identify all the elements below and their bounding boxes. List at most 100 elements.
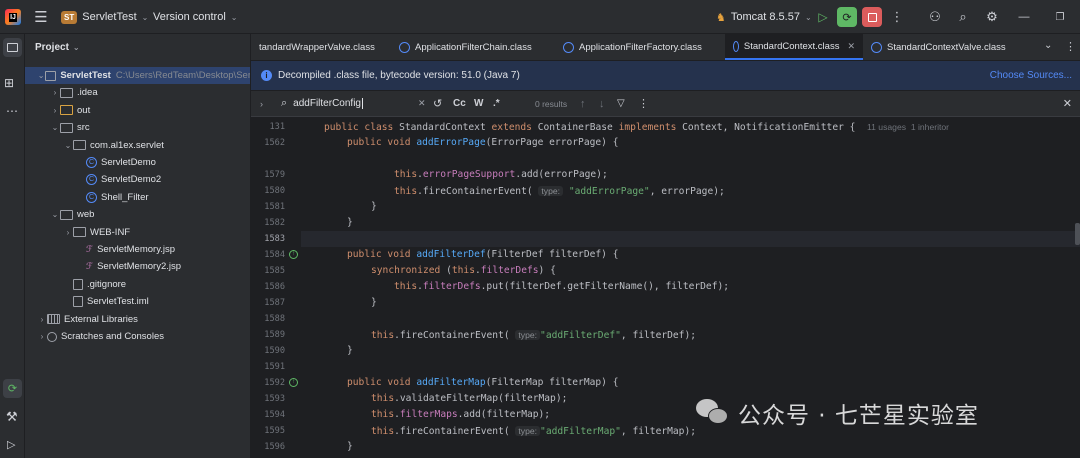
add-user-icon[interactable]: ⚇ bbox=[925, 7, 945, 27]
filter-icon[interactable]: ▽ bbox=[617, 98, 625, 109]
project-panel-title: Project bbox=[35, 42, 69, 53]
tree-item-iml[interactable]: ServletTest.iml bbox=[25, 293, 250, 310]
more-tools-icon[interactable]: ⋯ bbox=[6, 104, 18, 118]
chevron-right-icon[interactable]: › bbox=[37, 315, 47, 324]
tree-item-web[interactable]: ⌄ web bbox=[25, 206, 250, 223]
implementation-marker-icon[interactable]: ↑ bbox=[289, 250, 298, 259]
tree-item-servletmemory2-jsp[interactable]: ℱ ServletMemory2.jsp bbox=[25, 258, 250, 275]
debug-icon[interactable]: ⟳ bbox=[837, 7, 857, 27]
tree-item-src[interactable]: ⌄ src bbox=[25, 119, 250, 136]
project-tool-icon[interactable] bbox=[3, 38, 22, 57]
minimize-icon[interactable]: — bbox=[1014, 7, 1034, 27]
tab-label: StandardContext.class bbox=[743, 40, 840, 52]
tree-item-label: ServletMemory.jsp bbox=[97, 244, 176, 255]
vcs-switcher[interactable]: Version control ⌄ bbox=[153, 0, 237, 34]
tree-root-servlettest[interactable]: ⌄ ServletTest C:\Users\RedTeam\Desktop\Ser bbox=[25, 67, 251, 84]
services-tool-icon[interactable]: ⟳ bbox=[3, 379, 22, 398]
tab-more-icon[interactable]: ⋮ bbox=[1065, 40, 1076, 53]
stop-icon[interactable] bbox=[862, 7, 882, 27]
build-tool-icon[interactable]: ⚒ bbox=[6, 409, 18, 425]
tree-item-servletmemory-jsp[interactable]: ℱ ServletMemory.jsp bbox=[25, 241, 250, 258]
tree-item-servletdemo2[interactable]: C ServletDemo2 bbox=[25, 171, 250, 188]
tree-item-external-libraries[interactable]: › External Libraries bbox=[25, 311, 250, 328]
search-input[interactable]: addFilterConfig bbox=[293, 98, 363, 109]
chevron-down-icon[interactable]: ⌄ bbox=[37, 71, 45, 80]
tree-item-shell-filter[interactable]: C Shell_Filter bbox=[25, 189, 250, 206]
code-editor[interactable]: public class StandardContext extends Con… bbox=[301, 117, 1080, 458]
find-more-icon[interactable]: ⋮ bbox=[638, 97, 649, 110]
next-occurrence-icon[interactable]: ↓ bbox=[599, 98, 605, 110]
tree-item-gitignore[interactable]: .gitignore bbox=[25, 276, 250, 293]
chevron-right-icon[interactable]: › bbox=[50, 88, 60, 97]
run-config-selector[interactable]: ♞ Tomcat 8.5.57 ⌄ bbox=[716, 0, 812, 34]
code-line: this.fireContainerEvent( type: "addError… bbox=[394, 186, 725, 197]
main-menu-icon[interactable]: ☰ bbox=[31, 7, 51, 27]
whole-words-toggle[interactable]: W bbox=[474, 98, 483, 109]
vcs-label: Version control bbox=[153, 11, 226, 23]
restore-icon[interactable]: ❐ bbox=[1050, 7, 1070, 27]
line-number: 131 bbox=[269, 122, 285, 132]
project-path: C:\Users\RedTeam\Desktop\Ser bbox=[115, 70, 251, 81]
usages-hint[interactable]: 11 usages bbox=[867, 122, 906, 132]
class-icon: C bbox=[86, 191, 97, 203]
chevron-right-icon[interactable]: › bbox=[63, 228, 73, 237]
code-line: } bbox=[347, 441, 353, 452]
rerun-icon[interactable]: ▷ bbox=[813, 7, 833, 27]
close-icon[interactable]: ✕ bbox=[847, 41, 855, 52]
clear-search-icon[interactable]: ✕ bbox=[418, 98, 426, 109]
tab-application-filter-chain[interactable]: ApplicationFilterChain.class bbox=[391, 34, 540, 60]
expand-replace-icon[interactable]: › bbox=[260, 99, 263, 109]
implementation-marker-icon[interactable]: ↑ bbox=[289, 378, 298, 387]
match-case-toggle[interactable]: Cc bbox=[453, 98, 466, 109]
code-line: this.errorPageSupport.add(errorPage); bbox=[394, 169, 608, 180]
jsp-icon: ℱ bbox=[86, 261, 94, 272]
title-bar: IJ ☰ ST ServletTest ⌄ Version control ⌄ … bbox=[0, 0, 1080, 34]
chevron-right-icon[interactable]: › bbox=[50, 106, 60, 115]
line-number: 1595 bbox=[264, 426, 285, 436]
regex-toggle[interactable]: .* bbox=[493, 98, 500, 109]
chevron-down-icon[interactable]: ⌄ bbox=[50, 210, 60, 219]
project-switcher[interactable]: ST ServletTest ⌄ bbox=[61, 0, 148, 34]
more-icon[interactable]: ⋮ bbox=[887, 7, 907, 27]
chevron-down-icon: ⌄ bbox=[804, 12, 812, 22]
run-tool-icon[interactable]: ▷ bbox=[7, 438, 15, 451]
choose-sources-link[interactable]: Choose Sources... bbox=[990, 70, 1072, 81]
search-icon: ⌕ bbox=[281, 97, 288, 109]
tree-item-web-inf[interactable]: › WEB-INF bbox=[25, 224, 250, 241]
line-number: 1594 bbox=[264, 410, 285, 420]
search-icon[interactable]: ⌕ bbox=[953, 7, 973, 27]
tree-item-idea[interactable]: › .idea bbox=[25, 84, 250, 101]
previous-occurrence-icon[interactable]: ↑ bbox=[580, 98, 586, 110]
tree-item-package[interactable]: ⌄ com.al1ex.servlet bbox=[25, 137, 250, 154]
scrollbar-thumb[interactable] bbox=[1075, 223, 1080, 245]
structure-tool-icon[interactable]: ⊞ bbox=[4, 76, 14, 90]
project-name: ServletTest bbox=[82, 11, 137, 23]
find-bar: › ⌕ addFilterConfig ✕ ↺ Cc W .* 0 result… bbox=[251, 91, 1080, 117]
chevron-down-icon[interactable]: ⌄ bbox=[63, 141, 73, 150]
history-icon[interactable]: ↺ bbox=[433, 97, 442, 110]
tree-item-scratches[interactable]: › Scratches and Consoles bbox=[25, 328, 250, 345]
tab-label: StandardContextValve.class bbox=[887, 41, 1006, 53]
code-line: public class StandardContext extends Con… bbox=[324, 122, 950, 133]
inheritors-hint[interactable]: 1 inheritor bbox=[911, 122, 949, 132]
tab-standard-context[interactable]: StandardContext.class ✕ bbox=[725, 34, 863, 60]
tree-item-label: ServletTest bbox=[60, 70, 111, 81]
chevron-right-icon[interactable]: › bbox=[37, 332, 47, 341]
tree-item-out[interactable]: › out bbox=[25, 102, 250, 119]
package-icon bbox=[73, 140, 86, 151]
parameter-hint: type: bbox=[515, 426, 541, 436]
chevron-down-icon[interactable]: ⌄ bbox=[50, 123, 60, 132]
class-icon bbox=[871, 41, 882, 53]
tab-standard-context-valve[interactable]: StandardContextValve.class bbox=[863, 34, 1014, 60]
settings-gear-icon[interactable]: ⚙ bbox=[982, 7, 1002, 27]
line-number: 1592 bbox=[264, 378, 285, 388]
tab-application-filter-factory[interactable]: ApplicationFilterFactory.class bbox=[555, 34, 710, 60]
editor-gutter: 131 1562 1579 1580 1581 1582 1583 1584 ↑ 1585 1586… bbox=[251, 117, 301, 458]
tab-standard-wrapper-valve[interactable]: tandardWrapperValve.class bbox=[251, 34, 383, 60]
tree-item-servletdemo[interactable]: C ServletDemo bbox=[25, 154, 250, 171]
close-find-icon[interactable]: ✕ bbox=[1063, 97, 1072, 110]
project-panel-header[interactable]: Project ⌄ bbox=[35, 42, 80, 53]
app-logo[interactable]: IJ bbox=[5, 9, 21, 25]
tab-list-chevron-icon[interactable]: ⌄ bbox=[1044, 40, 1052, 51]
watermark-text: 公众号 · 七芒星实验室 bbox=[738, 403, 979, 429]
